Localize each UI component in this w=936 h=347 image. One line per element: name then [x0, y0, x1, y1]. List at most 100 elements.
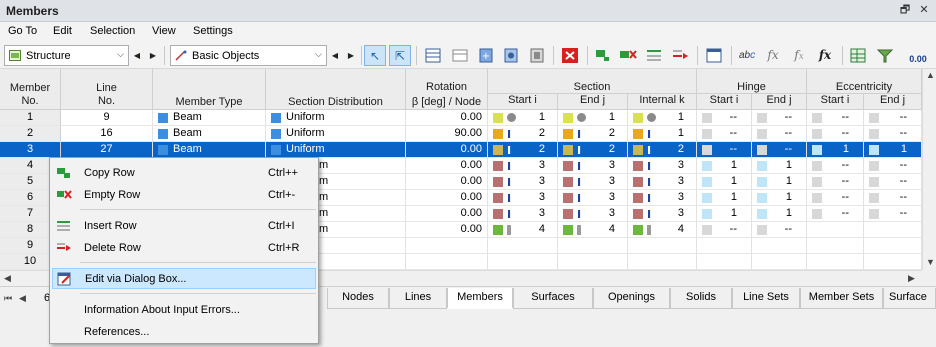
col-header-member-no[interactable]: Member No.: [0, 69, 61, 110]
hinge-cell[interactable]: 1: [752, 206, 807, 222]
section-cell[interactable]: I3: [488, 158, 558, 174]
eccentricity-cell[interactable]: --: [807, 110, 864, 126]
rotation-cell[interactable]: 0.00: [406, 222, 488, 238]
section-cell[interactable]: 1: [628, 110, 697, 126]
section-distribution-cell[interactable]: Uniform: [266, 126, 406, 142]
section-cell[interactable]: [488, 238, 558, 254]
hinge-cell[interactable]: 1: [752, 158, 807, 174]
tab-member-sets[interactable]: Member Sets: [800, 288, 883, 309]
delete-button[interactable]: [559, 45, 581, 66]
insert-row-button[interactable]: [643, 45, 665, 66]
formula-button[interactable]: fx: [762, 45, 784, 66]
table-row[interactable]: 3 27 Beam Uniform 0.00 I 2 I 2 I 2 -- -- 1 1: [0, 142, 922, 158]
col-header-section-distribution[interactable]: Section Distribution: [266, 69, 406, 110]
col-header-hinge-start[interactable]: Start i: [697, 94, 752, 110]
tab-nodes[interactable]: Nodes: [327, 288, 389, 309]
structure-combo[interactable]: Structure ⌵: [4, 45, 129, 66]
grid-settings-button[interactable]: [500, 45, 522, 66]
col-header-ecc-end[interactable]: End j: [864, 94, 922, 110]
menu-goto[interactable]: Go To: [8, 25, 37, 37]
section-cell[interactable]: 1: [488, 110, 558, 126]
eccentricity-cell[interactable]: [864, 238, 922, 254]
text-format-button[interactable]: abc: [736, 45, 758, 66]
rotation-cell[interactable]: 90.00: [406, 126, 488, 142]
rotation-cell[interactable]: 0.00: [406, 206, 488, 222]
col-header-line-no[interactable]: Line No.: [61, 69, 153, 110]
eccentricity-cell[interactable]: --: [864, 174, 922, 190]
first-page-icon[interactable]: ⏮: [4, 293, 12, 304]
menu-selection[interactable]: Selection: [90, 25, 135, 37]
col-header-section-start[interactable]: Start i: [488, 94, 558, 110]
tab-members[interactable]: Members: [447, 288, 513, 309]
eccentricity-cell[interactable]: 1: [807, 142, 864, 158]
row-number-cell[interactable]: 3: [0, 142, 61, 158]
hinge-cell[interactable]: [752, 254, 807, 270]
tab-surface-sets[interactable]: Surface Se: [883, 288, 936, 309]
hinge-cell[interactable]: --: [697, 222, 752, 238]
hinge-cell[interactable]: 1: [697, 174, 752, 190]
add-column-button[interactable]: +: [475, 45, 497, 66]
hinge-cell[interactable]: --: [697, 110, 752, 126]
member-type-cell[interactable]: Beam: [153, 110, 266, 126]
eccentricity-cell[interactable]: --: [807, 206, 864, 222]
menu-item-input-errors[interactable]: Information About Input Errors...: [52, 300, 316, 321]
hinge-cell[interactable]: --: [697, 126, 752, 142]
section-cell[interactable]: I2: [558, 142, 628, 158]
hinge-cell[interactable]: 1: [697, 190, 752, 206]
section-cell[interactable]: I3: [488, 206, 558, 222]
prev-arrow-icon[interactable]: ◀: [328, 46, 342, 65]
eccentricity-cell[interactable]: [807, 238, 864, 254]
tab-lines[interactable]: Lines: [389, 288, 447, 309]
empty-row-button[interactable]: [617, 45, 639, 66]
section-cell[interactable]: I3: [558, 206, 628, 222]
eccentricity-cell[interactable]: [864, 254, 922, 270]
eccentricity-cell[interactable]: --: [864, 110, 922, 126]
eccentricity-cell[interactable]: --: [864, 126, 922, 142]
section-cell[interactable]: [628, 254, 697, 270]
section-cell[interactable]: [628, 238, 697, 254]
hinge-cell[interactable]: --: [697, 142, 752, 158]
hinge-cell[interactable]: 1: [697, 158, 752, 174]
hinge-cell[interactable]: --: [752, 126, 807, 142]
eccentricity-cell[interactable]: [807, 222, 864, 238]
section-cell[interactable]: [488, 254, 558, 270]
hinge-cell[interactable]: 1: [752, 190, 807, 206]
section-distribution-cell[interactable]: Uniform: [266, 110, 406, 126]
eccentricity-cell[interactable]: --: [807, 190, 864, 206]
rotation-cell[interactable]: 0.00: [406, 110, 488, 126]
section-cell[interactable]: 4: [488, 222, 558, 238]
section-cell[interactable]: 4: [558, 222, 628, 238]
scroll-up-icon[interactable]: ▲: [926, 70, 935, 80]
tab-solids[interactable]: Solids: [670, 288, 732, 309]
menu-item-copy-row[interactable]: Copy Row Ctrl++: [52, 163, 316, 184]
section-distribution-cell[interactable]: Uniform: [266, 142, 406, 158]
hinge-cell[interactable]: --: [752, 222, 807, 238]
rotation-cell[interactable]: 0.00: [406, 190, 488, 206]
section-cell[interactable]: I3: [488, 174, 558, 190]
restore-icon[interactable]: 🗗: [898, 3, 912, 17]
hinge-cell[interactable]: [697, 238, 752, 254]
table-view-button[interactable]: [422, 45, 444, 66]
section-cell[interactable]: I2: [488, 142, 558, 158]
line-no-cell[interactable]: 9: [61, 110, 153, 126]
copy-row-button[interactable]: [592, 45, 614, 66]
close-icon[interactable]: ✕: [917, 3, 931, 17]
section-cell[interactable]: I3: [628, 206, 697, 222]
section-cell[interactable]: I3: [628, 174, 697, 190]
vertical-scrollbar[interactable]: ▲ ▼: [922, 69, 936, 270]
tab-surfaces[interactable]: Surfaces: [513, 288, 593, 309]
hinge-cell[interactable]: [752, 238, 807, 254]
rotation-cell[interactable]: 0.00: [406, 174, 488, 190]
table-row[interactable]: 1 9 Beam Uniform 0.00 1 1 1 -- -- -- --: [0, 110, 922, 126]
section-cell[interactable]: I3: [628, 158, 697, 174]
col-header-section-end[interactable]: End j: [558, 94, 628, 110]
next-arrow-icon[interactable]: ▶: [146, 46, 160, 65]
formula-delete-button[interactable]: fx: [788, 45, 810, 66]
select-cursor-button[interactable]: ↖: [364, 45, 386, 66]
eccentricity-cell[interactable]: --: [864, 158, 922, 174]
hinge-cell[interactable]: [697, 254, 752, 270]
member-type-cell[interactable]: Beam: [153, 126, 266, 142]
col-header-hinge-end[interactable]: End j: [752, 94, 807, 110]
eccentricity-cell[interactable]: --: [864, 206, 922, 222]
hinge-cell[interactable]: --: [752, 142, 807, 158]
